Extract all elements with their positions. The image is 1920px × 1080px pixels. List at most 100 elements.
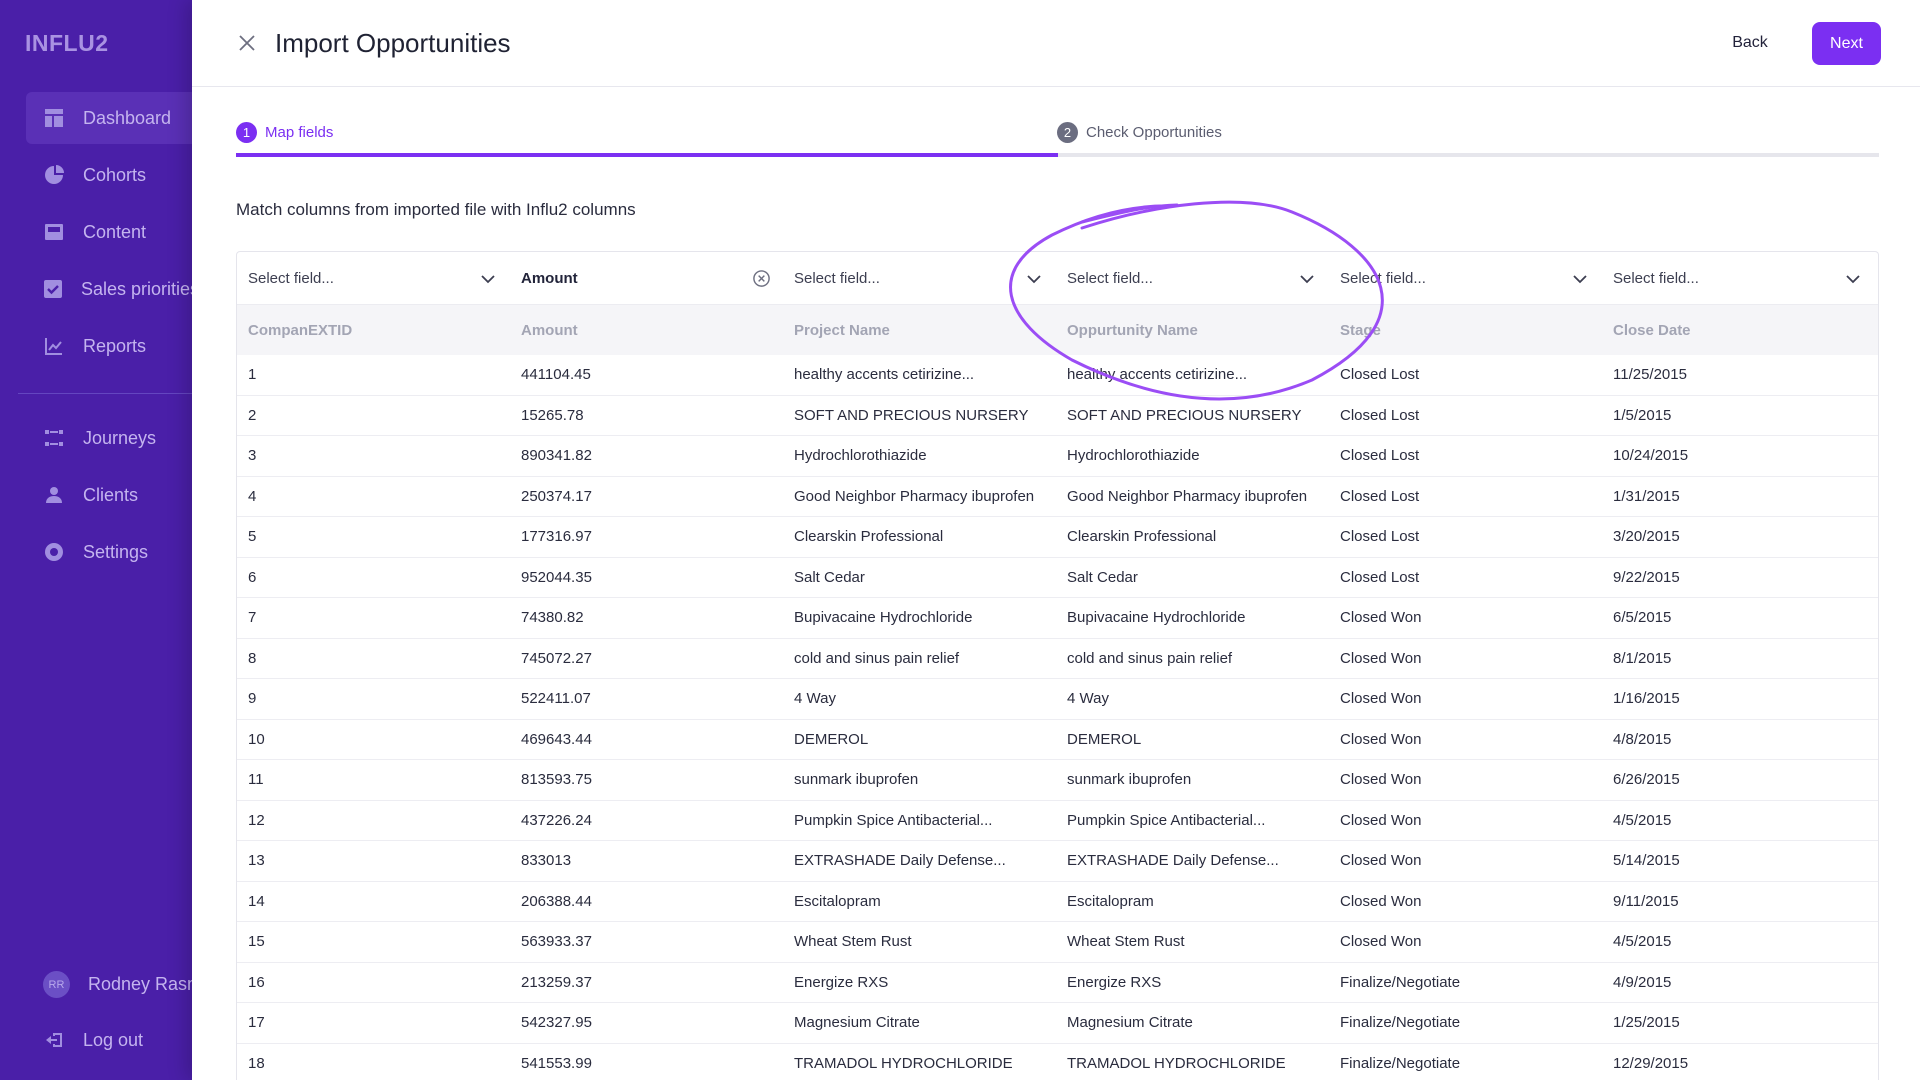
line-chart-icon — [43, 335, 65, 357]
user-icon — [43, 484, 65, 506]
field-select-label: Amount — [521, 270, 578, 287]
table-cell: 6/26/2015 — [1613, 771, 1680, 789]
table-cell: Closed Lost — [1340, 366, 1420, 384]
chevron-down-icon — [1297, 269, 1317, 289]
instructions-text: Match columns from imported file with In… — [236, 200, 636, 219]
table-cell: 890341.82 — [521, 447, 592, 465]
field-select-2[interactable]: Amount — [510, 252, 783, 305]
table-cell: 2 — [248, 406, 257, 424]
field-select-3[interactable]: Select field... — [783, 252, 1056, 305]
clear-icon[interactable] — [752, 269, 771, 288]
sidebar-item-settings[interactable]: Settings — [26, 526, 192, 578]
table-cell: Closed Won — [1340, 649, 1422, 667]
sidebar-item-label: Cohorts — [83, 164, 147, 185]
table-cell: 1/25/2015 — [1613, 1014, 1680, 1032]
step-check-opportunities[interactable]: 2 Check Opportunities — [1057, 122, 1222, 143]
sidebar-item-dashboard[interactable]: Dashboard — [26, 92, 192, 144]
table-cell: 9/22/2015 — [1613, 568, 1680, 586]
field-select-5[interactable]: Select field... — [1329, 252, 1602, 305]
table-cell: Salt Cedar — [794, 568, 865, 586]
sidebar-item-label: Content — [83, 221, 147, 242]
table-cell: Closed Won — [1340, 811, 1422, 829]
logout-icon — [43, 1029, 65, 1051]
table-row: 18 541553.99 TRAMADOL HYDROCHLORIDE TRAMADO… — [237, 1044, 1878, 1080]
table-row: 13 833013 EXTRASHADE Daily Defense... EXTRA… — [237, 841, 1878, 882]
table-cell: 522411.07 — [521, 690, 591, 708]
table-cell: Clearskin Professional — [794, 528, 944, 546]
table-cell: Closed Won — [1340, 690, 1422, 708]
table-cell: Wheat Stem Rust — [1067, 933, 1185, 951]
table-cell: 1 — [248, 366, 257, 384]
app-logo: INFLU2 — [25, 30, 109, 56]
table-cell: 4/9/2015 — [1613, 973, 1672, 991]
table-cell: 6/5/2015 — [1613, 609, 1672, 627]
table-cell: 3 — [248, 447, 257, 465]
table-cell: 437226.24 — [521, 811, 592, 829]
sidebar-item-cohorts[interactable]: Cohorts — [26, 149, 192, 201]
table-cell: Energize RXS — [794, 973, 889, 991]
next-button[interactable]: Next — [1812, 22, 1881, 65]
table-row: 12 437226.24 Pumpkin Spice Antibacterial..… — [237, 801, 1878, 841]
column-header: CompanEXTID — [248, 321, 353, 339]
table-cell: cold and sinus pain relief — [1067, 649, 1233, 667]
table-cell: 5/14/2015 — [1613, 852, 1680, 870]
sidebar-item-sales-priorities[interactable]: Sales priorities — [26, 263, 192, 315]
table-cell: sunmark ibuprofen — [1067, 771, 1192, 789]
field-select-1[interactable]: Select field... — [237, 252, 510, 305]
table-cell: Closed Lost — [1340, 447, 1420, 465]
table-cell: 16 — [248, 973, 265, 991]
logout-button[interactable]: Log out — [26, 1014, 192, 1066]
panel-header: Import Opportunities Back Next — [192, 0, 1920, 87]
gear-icon — [43, 541, 65, 563]
column-header: Close Date — [1613, 321, 1691, 339]
field-select-label: Select field... — [794, 270, 880, 287]
field-select-4[interactable]: Select field... — [1056, 252, 1329, 305]
sidebar-item-reports[interactable]: Reports — [26, 320, 192, 372]
table-cell: Clearskin Professional — [1067, 528, 1217, 546]
table-cell: Closed Won — [1340, 892, 1422, 910]
table-row: 7 74380.82 Bupivacaine Hydrochloride Bupiva… — [237, 598, 1878, 639]
table-cell: 1/16/2015 — [1613, 690, 1680, 708]
back-button[interactable]: Back — [1720, 22, 1780, 64]
field-select-6[interactable]: Select field... — [1602, 252, 1875, 305]
table-cell: SOFT AND PRECIOUS NURSERY — [1067, 406, 1302, 424]
table-cell: sunmark ibuprofen — [794, 771, 919, 789]
table-cell: 441104.45 — [521, 366, 591, 384]
checkbox-icon — [43, 278, 63, 300]
step-label: Map fields — [265, 124, 334, 141]
table-cell: Good Neighbor Pharmacy ibuprofen — [1067, 487, 1308, 505]
table-cell: 4/5/2015 — [1613, 811, 1672, 829]
table-cell: cold and sinus pain relief — [794, 649, 960, 667]
sidebar-divider — [18, 393, 192, 394]
sidebar-item-label: Dashboard — [83, 107, 172, 128]
dashboard-icon — [43, 107, 65, 129]
sidebar-item-clients[interactable]: Clients — [26, 469, 192, 521]
table-cell: 6 — [248, 568, 257, 586]
column-header: Project Name — [794, 321, 890, 339]
mapping-table: Select field... Amount Select field... Sele… — [236, 251, 1879, 1080]
close-icon[interactable] — [236, 32, 258, 54]
sidebar-item-journeys[interactable]: Journeys — [26, 412, 192, 464]
table-row: 6 952044.35 Salt Cedar Salt Cedar Closed Los… — [237, 558, 1878, 598]
table-cell: DEMEROL — [794, 730, 869, 748]
table-cell: Finalize/Negotiate — [1340, 1054, 1461, 1072]
table-cell: Escitalopram — [1067, 892, 1154, 910]
step-map-fields[interactable]: 1 Map fields — [236, 122, 333, 143]
sidebar-item-label: Journeys — [83, 427, 157, 448]
table-cell: Good Neighbor Pharmacy ibuprofen — [794, 487, 1035, 505]
table-cell: Finalize/Negotiate — [1340, 973, 1461, 991]
table-row: 14 206388.44 Escitalopram Escitalopram Close… — [237, 882, 1878, 922]
table-body: 1 441104.45 healthy accents cetirizine... h… — [237, 355, 1878, 1080]
table-cell: TRAMADOL HYDROCHLORIDE — [1067, 1054, 1286, 1072]
table-cell: 1/5/2015 — [1613, 406, 1672, 424]
content-icon — [43, 221, 65, 243]
table-cell: 12/29/2015 — [1613, 1054, 1689, 1072]
table-cell: 541553.99 — [521, 1054, 592, 1072]
table-cell: 15 — [248, 933, 265, 951]
table-cell: 469643.44 — [521, 730, 592, 748]
page-title: Import Opportunities — [275, 28, 511, 58]
sidebar-item-content[interactable]: Content — [26, 206, 192, 258]
sidebar: INFLU2 Dashboard Cohorts Content Sales p… — [0, 0, 250, 1080]
chevron-down-icon — [478, 269, 498, 289]
table-cell: 11 — [248, 771, 264, 789]
